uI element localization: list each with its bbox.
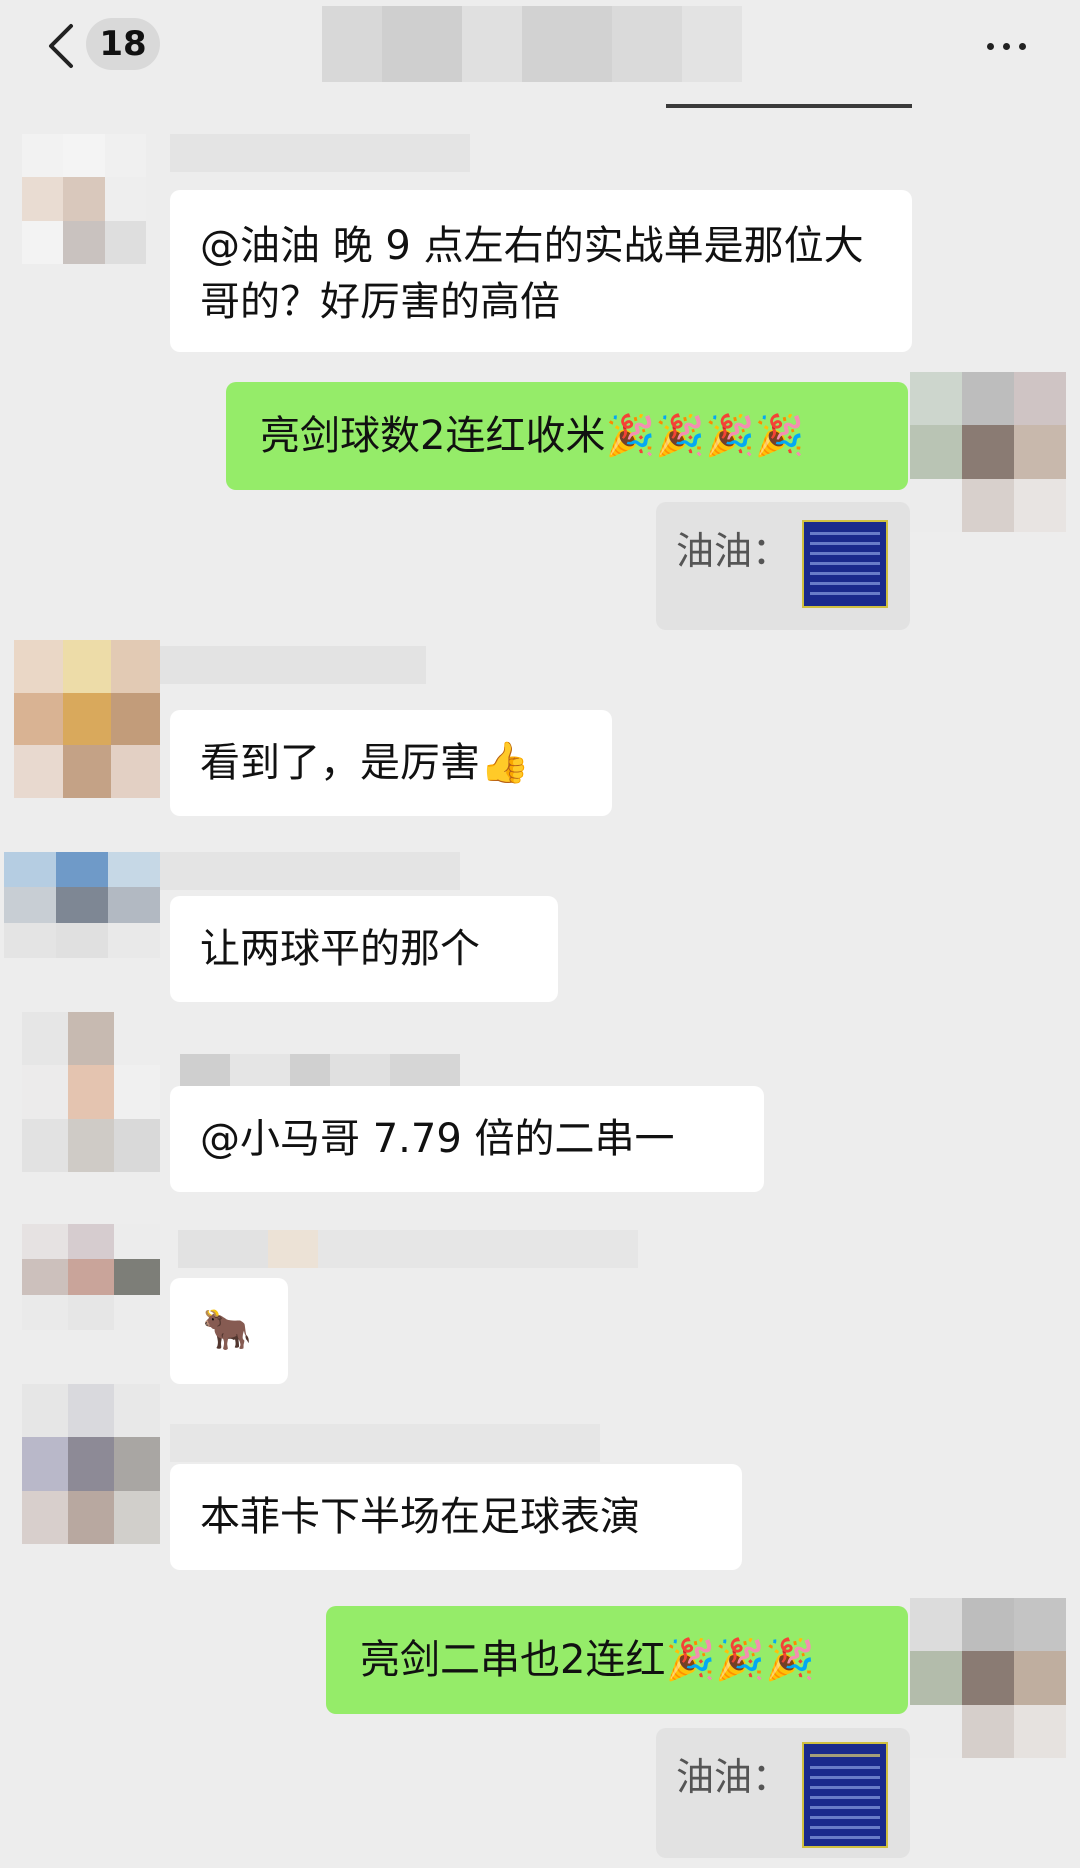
header-divider bbox=[666, 104, 912, 108]
message-text: @小马哥 7.79 倍的二串一 bbox=[200, 1116, 675, 1162]
avatar[interactable] bbox=[22, 134, 146, 264]
message-text: 看到了，是厉害👍 bbox=[200, 740, 530, 786]
message-bubble[interactable]: @油油 晚 9 点左右的实战单是那位大哥的？好厉害的高倍 bbox=[170, 190, 912, 352]
self-avatar[interactable] bbox=[910, 372, 1066, 532]
sender-name-redacted bbox=[170, 1424, 600, 1462]
quoted-message[interactable]: 油油： bbox=[656, 1728, 910, 1858]
chevron-left-icon[interactable] bbox=[38, 18, 82, 74]
avatar[interactable] bbox=[14, 640, 160, 798]
self-avatar[interactable] bbox=[910, 1598, 1066, 1758]
quoted-message[interactable]: 油油： bbox=[656, 502, 910, 630]
more-dots-icon[interactable] bbox=[978, 28, 1034, 64]
quoted-image-thumbnail[interactable] bbox=[802, 520, 888, 608]
ox-emoji: 🐂 bbox=[202, 1307, 252, 1353]
message-bubble[interactable]: 让两球平的那个 bbox=[170, 896, 558, 1002]
chat-header: 18 bbox=[0, 0, 1080, 100]
message-bubble[interactable]: 看到了，是厉害👍 bbox=[170, 710, 612, 816]
quote-sender-label: 油油： bbox=[676, 1755, 791, 1799]
message-bubble[interactable]: 亮剑二串也2连红🎉🎉🎉 bbox=[326, 1606, 908, 1714]
message-text: @油油 晚 9 点左右的实战单是那位大哥的？好厉害的高倍 bbox=[200, 223, 864, 325]
sender-name-redacted bbox=[170, 134, 470, 172]
sender-name-redacted bbox=[160, 852, 460, 890]
message-text: 本菲卡下半场在足球表演 bbox=[200, 1494, 640, 1540]
message-text: 亮剑二串也2连红🎉🎉🎉 bbox=[360, 1637, 815, 1683]
avatar[interactable] bbox=[22, 1384, 160, 1544]
message-bubble[interactable]: 🐂 bbox=[170, 1278, 288, 1384]
message-text: 亮剑球数2连红收米🎉🎉🎉🎉 bbox=[260, 413, 805, 459]
avatar[interactable] bbox=[4, 852, 160, 958]
chat-title-redacted bbox=[322, 6, 742, 82]
message-text: 让两球平的那个 bbox=[200, 926, 480, 972]
message-bubble[interactable]: 本菲卡下半场在足球表演 bbox=[170, 1464, 742, 1570]
quoted-image-thumbnail[interactable] bbox=[802, 1742, 888, 1848]
sender-name-redacted bbox=[178, 1230, 638, 1268]
unread-count-badge[interactable]: 18 bbox=[86, 18, 160, 70]
message-bubble[interactable]: @小马哥 7.79 倍的二串一 bbox=[170, 1086, 764, 1192]
message-bubble[interactable]: 亮剑球数2连红收米🎉🎉🎉🎉 bbox=[226, 382, 908, 490]
avatar[interactable] bbox=[22, 1012, 160, 1172]
sender-name-redacted bbox=[160, 646, 426, 684]
quote-sender-label: 油油： bbox=[676, 529, 791, 573]
avatar[interactable] bbox=[22, 1224, 160, 1330]
